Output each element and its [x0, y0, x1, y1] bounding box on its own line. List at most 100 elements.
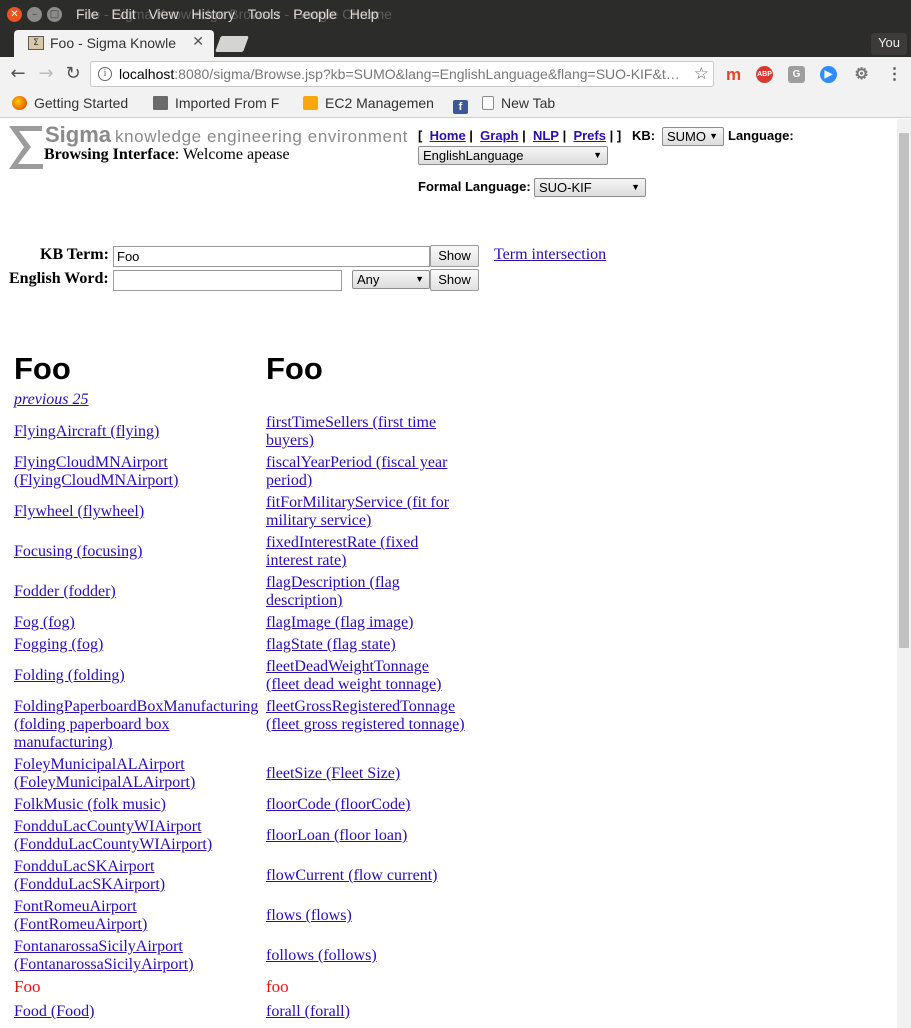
- term-link[interactable]: Folding (folding): [14, 667, 262, 685]
- term-link[interactable]: Fog (fog): [14, 614, 262, 632]
- bookmark-star-icon[interactable]: ☆: [694, 64, 709, 84]
- address-bar[interactable]: i localhost:8080/sigma/Browse.jsp?kb=SUM…: [90, 61, 714, 87]
- tab-active[interactable]: Σ Foo - Sigma Knowle ✕: [14, 30, 214, 58]
- current-term: Foo: [14, 977, 41, 996]
- new-tab-button[interactable]: [215, 36, 249, 52]
- term-link[interactable]: flowCurrent (flow current): [266, 867, 466, 885]
- term-link[interactable]: FondduLacCountyWIAirport (FondduLacCount…: [14, 818, 262, 854]
- term-link[interactable]: FlyingCloudMNAirport (FlyingCloudMNAirpo…: [14, 454, 262, 490]
- browser-toolbar: ← → ↻ i localhost:8080/sigma/Browse.jsp?…: [0, 57, 911, 91]
- kb-select[interactable]: SUMO ▼: [662, 127, 724, 146]
- facebook-icon: f: [453, 100, 468, 114]
- m-extension-icon[interactable]: m: [725, 66, 742, 83]
- language-select[interactable]: EnglishLanguage ▼: [418, 146, 608, 165]
- term-link[interactable]: firstTimeSellers (first time buyers): [266, 414, 466, 450]
- term-link[interactable]: FontRomeuAirport (FontRomeuAirport): [14, 898, 262, 934]
- bookmark-getting-started[interactable]: Getting Started: [12, 95, 128, 111]
- current-term: foo: [266, 977, 289, 996]
- part-of-speech-select[interactable]: Any ▼: [352, 270, 430, 289]
- url-text[interactable]: localhost:8080/sigma/Browse.jsp?kb=SUMO&…: [119, 66, 679, 82]
- term-link[interactable]: follows (follows): [266, 947, 466, 965]
- term-link[interactable]: FlyingAircraft (flying): [14, 423, 262, 441]
- home-link[interactable]: Home: [430, 128, 466, 143]
- term-link[interactable]: flows (flows): [266, 907, 466, 925]
- graph-link[interactable]: Graph: [480, 128, 518, 143]
- menu-view[interactable]: View: [148, 6, 178, 22]
- browsing-interface-heading: Browsing Interface: Welcome apease: [44, 146, 290, 163]
- menu-history[interactable]: History: [191, 6, 235, 22]
- info-icon[interactable]: i: [98, 67, 112, 81]
- bookmarks-bar: Getting Started Imported From F EC2 Mana…: [0, 91, 911, 118]
- show-word-button[interactable]: Show: [430, 269, 479, 291]
- kb-term-input[interactable]: Foo: [113, 246, 430, 267]
- aws-icon: [303, 96, 318, 110]
- adblock-extension-icon[interactable]: ABP: [756, 66, 773, 83]
- term-link[interactable]: flagDescription (flag description): [266, 574, 466, 610]
- maximize-window-icon[interactable]: □: [47, 7, 62, 22]
- menu-help[interactable]: Help: [350, 6, 379, 22]
- term-intersection-link[interactable]: Term intersection: [494, 246, 606, 264]
- show-term-button[interactable]: Show: [430, 245, 479, 267]
- term-link[interactable]: fitForMilitaryService (fit for military …: [266, 494, 466, 530]
- scrollbar-thumb[interactable]: [899, 133, 909, 648]
- kb-label: KB:: [632, 128, 656, 143]
- term-link[interactable]: floorLoan (floor loan): [266, 827, 466, 845]
- close-window-icon[interactable]: ✕: [7, 7, 22, 22]
- term-link[interactable]: fleetSize (Fleet Size): [266, 765, 466, 783]
- menu-bar: File Edit View History Tools People Help: [76, 6, 388, 22]
- term-link[interactable]: fixedInterestRate (fixed interest rate): [266, 534, 466, 570]
- chrome-menu-icon[interactable]: ⋮: [886, 66, 903, 83]
- term-link[interactable]: flagImage (flag image): [266, 614, 466, 632]
- term-link[interactable]: FondduLacSKAirport (FondduLacSKAirport): [14, 858, 262, 894]
- g-extension-icon[interactable]: G: [788, 66, 805, 83]
- menu-tools[interactable]: Tools: [248, 6, 281, 22]
- formal-language-select[interactable]: SUO-KIF ▼: [534, 178, 646, 197]
- bookmark-ec2[interactable]: EC2 Managemen: [303, 95, 434, 111]
- brand-title: Sigma knowledge engineering environment: [45, 122, 408, 147]
- nlp-link[interactable]: NLP: [533, 128, 559, 143]
- term-link[interactable]: FontanarossaSicilyAirport (FontanarossaS…: [14, 938, 262, 974]
- tab-strip: Σ Foo - Sigma Knowle ✕ You: [0, 29, 911, 58]
- bookmark-facebook[interactable]: f: [453, 95, 475, 114]
- term-link[interactable]: fleetGrossRegisteredTonnage (fleet gross…: [266, 698, 466, 734]
- bookmark-new-tab[interactable]: New Tab: [482, 95, 555, 111]
- term-link[interactable]: Fodder (fodder): [14, 583, 262, 601]
- folder-icon: [153, 96, 168, 110]
- video-extension-icon[interactable]: ▶: [820, 66, 837, 83]
- term-link[interactable]: FolkMusic (folk music): [14, 796, 262, 814]
- minimize-window-icon[interactable]: –: [27, 7, 42, 22]
- prefs-link[interactable]: Prefs: [573, 128, 606, 143]
- profile-button[interactable]: You: [871, 33, 907, 55]
- term-link[interactable]: Flywheel (flywheel): [14, 503, 262, 521]
- term-link[interactable]: Fogging (fog): [14, 636, 262, 654]
- page-icon: [482, 96, 494, 110]
- menu-edit[interactable]: Edit: [111, 6, 135, 22]
- term-link[interactable]: FoldingPaperboardBoxManufacturing (foldi…: [14, 698, 262, 752]
- right-column-heading: Foo: [266, 351, 323, 386]
- dropdown-arrow-icon: ▼: [415, 274, 424, 284]
- tab-title: Foo - Sigma Knowle: [50, 35, 177, 51]
- back-arrow-icon[interactable]: ←: [7, 63, 29, 85]
- sigma-favicon-icon: Σ: [28, 36, 44, 50]
- dropdown-arrow-icon: ▼: [631, 182, 640, 192]
- bookmark-imported-folder[interactable]: Imported From F: [153, 95, 279, 111]
- left-column-heading: Foo: [14, 351, 71, 386]
- term-link[interactable]: fleetDeadWeightTonnage (fleet dead weigh…: [266, 658, 466, 694]
- term-link[interactable]: Food (Food): [14, 1003, 262, 1021]
- term-link[interactable]: FoleyMunicipalALAirport (FoleyMunicipalA…: [14, 756, 262, 792]
- term-link[interactable]: forall (forall): [266, 1003, 466, 1021]
- title-bar: ✕ – □ Foo - Sigma Knowledge Browser - Go…: [0, 0, 911, 29]
- english-word-input[interactable]: [113, 270, 342, 291]
- previous-25-link[interactable]: previous 25: [14, 391, 89, 409]
- term-link[interactable]: flagState (flag state): [266, 636, 466, 654]
- gear-extension-icon[interactable]: ⚙: [853, 66, 870, 83]
- menu-file[interactable]: File: [76, 6, 99, 22]
- tab-close-icon[interactable]: ✕: [192, 34, 204, 50]
- vertical-scrollbar[interactable]: [897, 119, 911, 1028]
- reload-icon[interactable]: ↻: [62, 63, 84, 85]
- term-link[interactable]: Focusing (focusing): [14, 543, 262, 561]
- term-link[interactable]: floorCode (floorCode): [266, 796, 466, 814]
- menu-people[interactable]: People: [293, 6, 337, 22]
- forward-arrow-icon[interactable]: →: [35, 63, 57, 85]
- term-link[interactable]: fiscalYearPeriod (fiscal year period): [266, 454, 466, 490]
